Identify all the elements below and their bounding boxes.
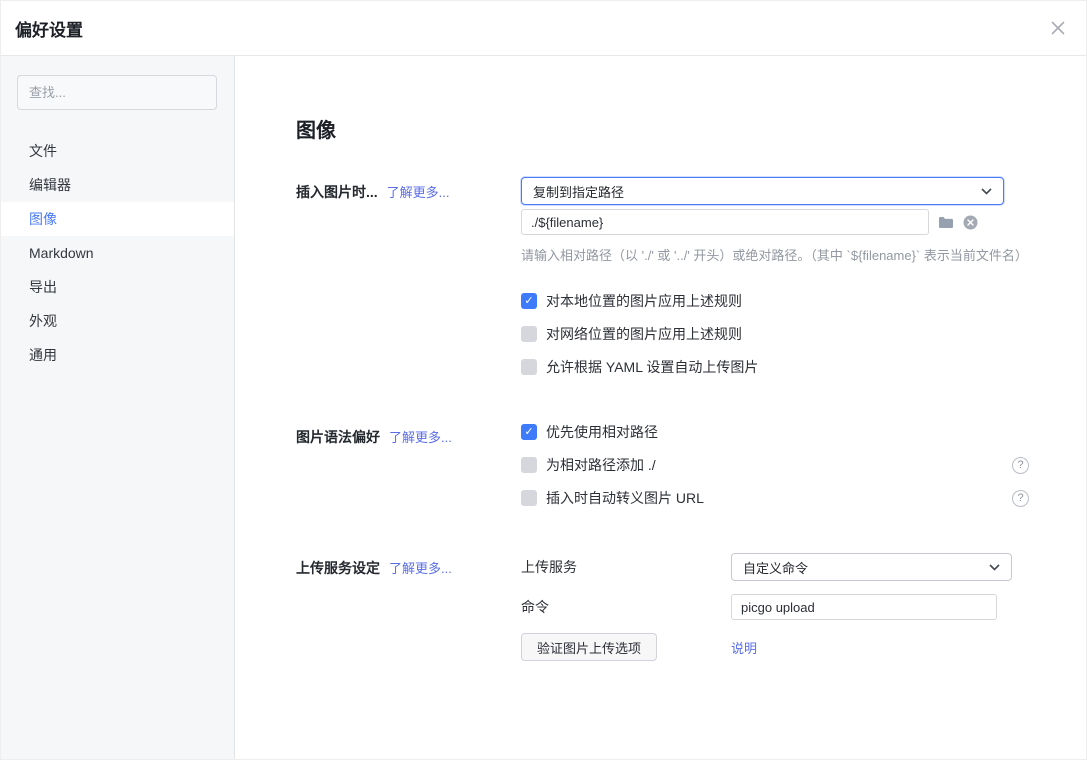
image-syntax-label: 图片语法偏好 xyxy=(296,429,380,445)
chevron-down-icon xyxy=(981,188,992,195)
checkbox-row-escape-url: 插入时自动转义图片 URL xyxy=(521,488,1029,508)
sidebar-item-image[interactable]: 图像 xyxy=(1,202,234,236)
sidebar-item-appearance[interactable]: 外观 xyxy=(1,304,234,338)
insert-image-section: 插入图片时... 了解更多... 复制到指定路径 xyxy=(296,177,1029,377)
sidebar-item-editor[interactable]: 编辑器 xyxy=(1,168,234,202)
help-icon[interactable] xyxy=(1012,490,1029,507)
command-label: 命令 xyxy=(521,597,731,617)
main-content: 图像 插入图片时... 了解更多... 复制到指定路径 xyxy=(235,56,1086,759)
command-input[interactable] xyxy=(731,594,997,620)
close-icon xyxy=(1050,20,1066,36)
chevron-down-icon xyxy=(989,564,1000,571)
clear-path-button[interactable] xyxy=(963,215,978,230)
page-title: 图像 xyxy=(296,114,1029,143)
sidebar: 文件 编辑器 图像 Markdown 导出 外观 通用 xyxy=(1,56,235,759)
sidebar-item-markdown[interactable]: Markdown xyxy=(1,236,234,270)
checkbox-add-dot-slash[interactable] xyxy=(521,457,537,473)
path-hint-text: 请输入相对路径（以 './' 或 '../' 开头）或绝对路径。（其中 `${f… xyxy=(521,245,1029,264)
upload-service-select-value: 自定义命令 xyxy=(743,558,808,577)
help-icon[interactable] xyxy=(1012,457,1029,474)
upload-service-section: 上传服务设定了解更多... 上传服务 自定义命令 命令 验证图片上传选项 说明 xyxy=(296,553,1029,661)
insert-image-label: 插入图片时... xyxy=(296,184,378,200)
folder-picker-button[interactable] xyxy=(938,216,954,229)
validate-upload-button[interactable]: 验证图片上传选项 xyxy=(521,633,657,661)
image-syntax-section: 图片语法偏好了解更多... 优先使用相对路径 为相对路径添加 ./ xyxy=(296,422,1029,508)
upload-service-select[interactable]: 自定义命令 xyxy=(731,553,1012,581)
checkbox-row-yaml-upload[interactable]: 允许根据 YAML 设置自动上传图片 xyxy=(521,357,1029,377)
checkbox-row-prefer-relative[interactable]: 优先使用相对路径 xyxy=(521,422,1029,442)
folder-icon xyxy=(938,216,954,229)
docs-link[interactable]: 说明 xyxy=(731,638,1029,657)
learn-more-link-syntax[interactable]: 了解更多... xyxy=(389,430,452,445)
preferences-window: 偏好设置 文件 编辑器 图像 Markdown 导出 外观 通用 图像 插入图片… xyxy=(0,0,1087,760)
insert-action-select-value: 复制到指定路径 xyxy=(533,182,624,201)
checkbox-yaml-upload[interactable] xyxy=(521,359,537,375)
copy-path-input[interactable] xyxy=(521,209,929,235)
checkbox-escape-url[interactable] xyxy=(521,490,537,506)
upload-service-section-label: 上传服务设定 xyxy=(296,560,380,576)
learn-more-link-upload[interactable]: 了解更多... xyxy=(389,561,452,576)
close-button[interactable] xyxy=(1050,20,1066,36)
checkbox-prefer-relative[interactable] xyxy=(521,424,537,440)
checkbox-apply-local[interactable] xyxy=(521,293,537,309)
checkbox-apply-web[interactable] xyxy=(521,326,537,342)
checkbox-row-apply-local[interactable]: 对本地位置的图片应用上述规则 xyxy=(521,291,1029,311)
sidebar-item-general[interactable]: 通用 xyxy=(1,338,234,372)
window-title: 偏好设置 xyxy=(15,16,83,41)
clear-circle-icon xyxy=(963,215,978,230)
search-input[interactable] xyxy=(17,75,217,110)
sidebar-item-file[interactable]: 文件 xyxy=(1,134,234,168)
checkbox-row-add-dot-slash: 为相对路径添加 ./ xyxy=(521,455,1029,475)
upload-service-label: 上传服务 xyxy=(521,557,731,577)
checkbox-row-apply-web[interactable]: 对网络位置的图片应用上述规则 xyxy=(521,324,1029,344)
search-box xyxy=(17,75,217,110)
insert-action-select[interactable]: 复制到指定路径 xyxy=(521,177,1004,205)
window-header: 偏好设置 xyxy=(1,1,1086,56)
learn-more-link-insert[interactable]: 了解更多... xyxy=(387,185,450,200)
sidebar-item-export[interactable]: 导出 xyxy=(1,270,234,304)
